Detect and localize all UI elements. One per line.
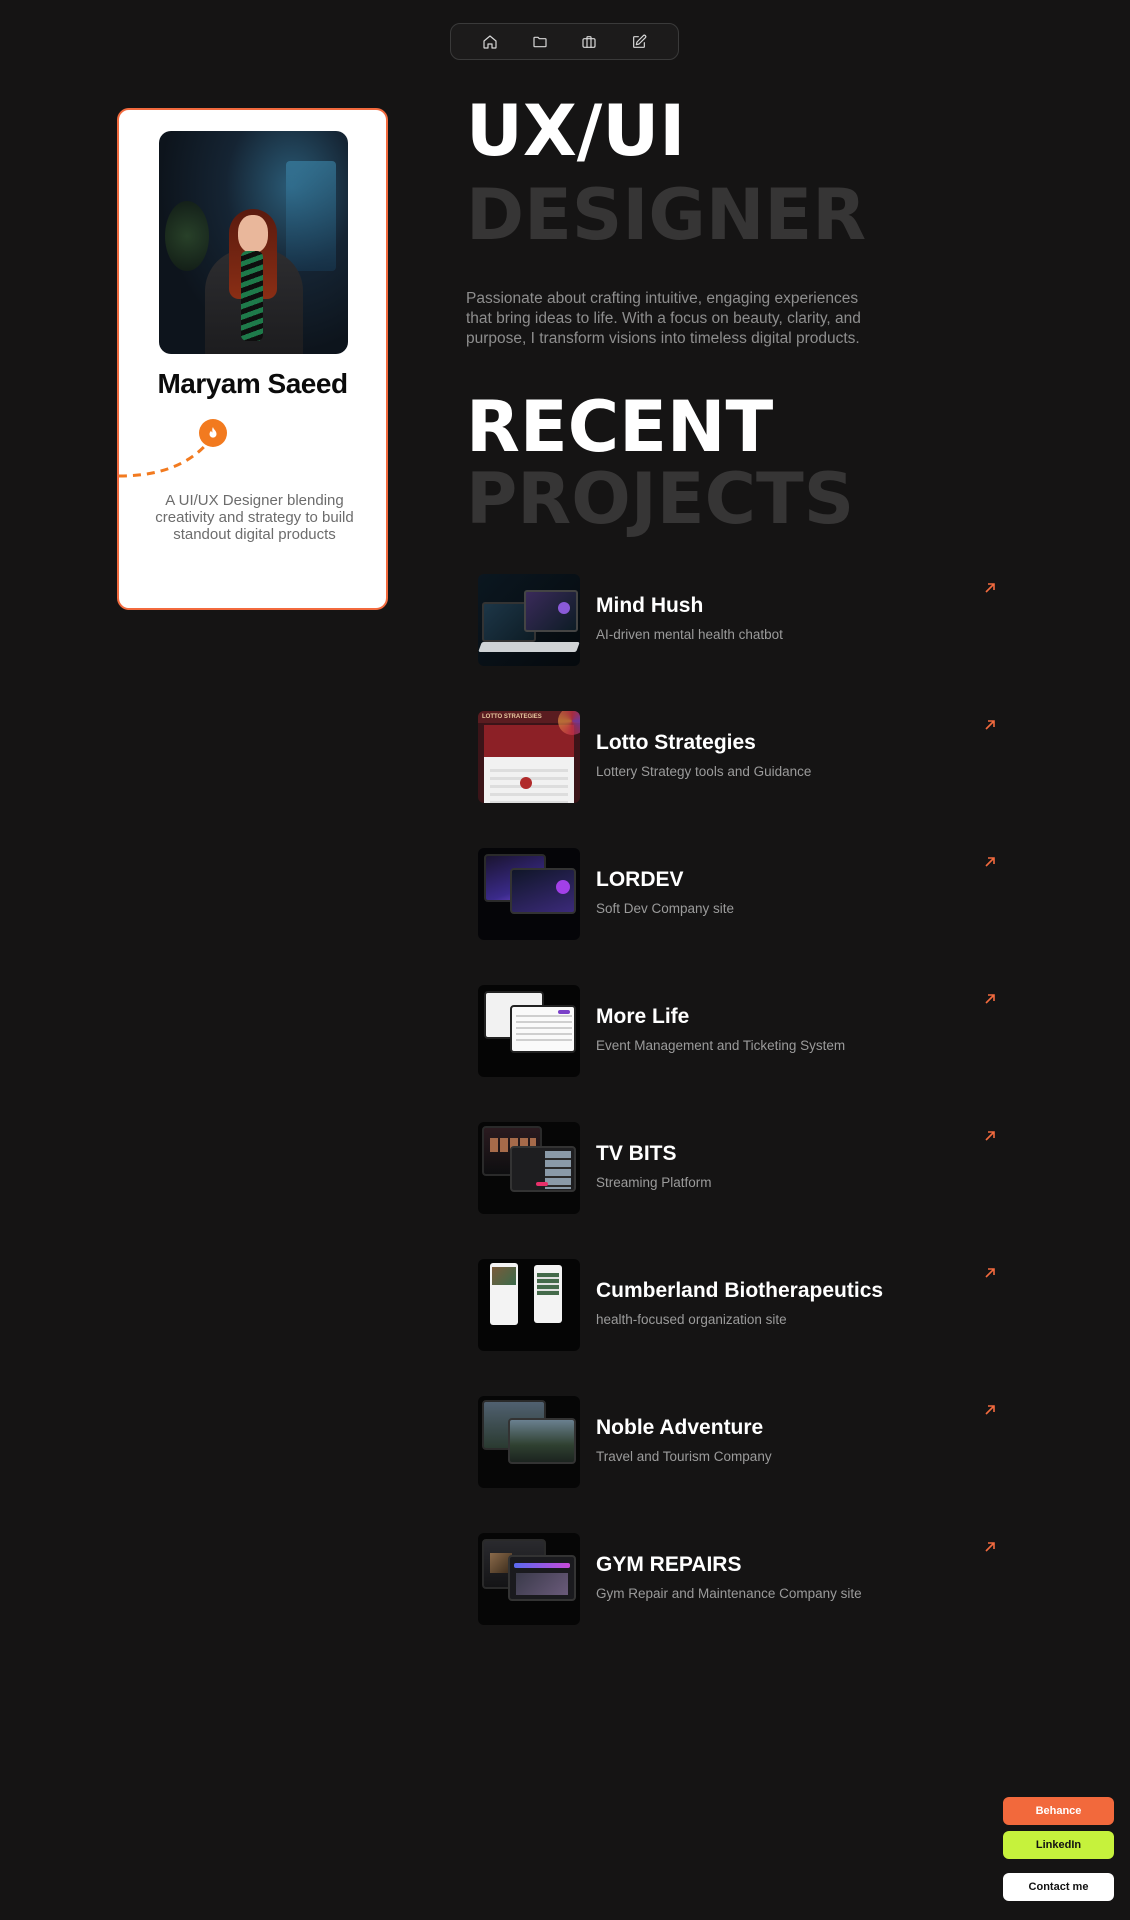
project-desc: AI-driven mental health chatbot [596,627,783,642]
project-title: Cumberland Biotherapeutics [596,1279,884,1302]
profile-name: Maryam Saeed [157,368,348,399]
project-desc: Lottery Strategy tools and Guidance [596,764,812,779]
project-title: More Life [596,1005,690,1028]
project-thumbnail [478,985,580,1077]
flame-badge [199,419,227,447]
project-title: GYM REPAIRS [596,1553,742,1576]
recent-projects-heading: RECENT PROJECTS [466,392,854,534]
contact-me-button[interactable]: Contact me [1003,1873,1114,1901]
project-thumbnail [478,1396,580,1488]
behance-button[interactable]: Behance [1003,1797,1114,1825]
project-item[interactable]: LOTTO STRATEGIES Lotto Strategies Lotter… [478,711,998,848]
project-desc: Streaming Platform [596,1175,712,1190]
project-thumbnail [478,1122,580,1214]
profile-tagline: A UI/UX Designer blending creativity and… [155,492,354,543]
hero-heading: UX/UI DESIGNER [466,96,866,250]
linkedin-button[interactable]: LinkedIn [1003,1831,1114,1859]
arrow-up-right-icon[interactable] [984,1266,996,1278]
project-thumbnail [478,848,580,940]
project-item[interactable]: Cumberland Biotherapeutics health-focuse… [478,1259,998,1396]
arrow-up-right-icon[interactable] [984,855,996,867]
project-list: Mind Hush AI-driven mental health chatbo… [478,574,998,1670]
arrow-up-right-icon[interactable] [984,992,996,1004]
project-item[interactable]: Mind Hush AI-driven mental health chatbo… [478,574,998,711]
project-item[interactable]: More Life Event Management and Ticketing… [478,985,998,1122]
project-thumbnail [478,1533,580,1625]
nav-projects-button[interactable] [525,27,555,57]
recent-subtitle: PROJECTS [466,458,855,540]
flame-icon [209,427,217,438]
nav-work-button[interactable] [574,27,604,57]
project-desc: Gym Repair and Maintenance Company site [596,1586,862,1601]
nav-blog-button[interactable] [624,27,654,57]
hero-intro: Passionate about crafting intuitive, eng… [466,290,861,347]
top-nav [450,23,679,60]
hero-subtitle: DESIGNER [466,174,867,256]
arrow-up-right-icon[interactable] [984,581,996,593]
profile-card: Maryam Saeed A UI/UX Designer blending c… [117,108,388,610]
project-desc: Travel and Tourism Company [596,1449,772,1464]
folder-icon [533,36,547,47]
briefcase-icon [582,35,596,48]
project-desc: Soft Dev Company site [596,901,735,916]
project-item[interactable]: GYM REPAIRS Gym Repair and Maintenance C… [478,1533,998,1670]
arrow-up-right-icon[interactable] [984,1403,996,1415]
home-icon [483,34,497,49]
project-title: Mind Hush [596,594,704,617]
project-title: LORDEV [596,868,684,891]
project-title: Lotto Strategies [596,731,756,754]
nav-home-button[interactable] [475,27,505,57]
project-title: TV BITS [596,1142,677,1165]
project-item[interactable]: Noble Adventure Travel and Tourism Compa… [478,1396,998,1533]
hero-title: UX/UI [466,90,686,172]
profile-photo [159,131,348,354]
project-thumbnail [478,1259,580,1351]
project-item[interactable]: TV BITS Streaming Platform [478,1122,998,1259]
project-title: Noble Adventure [596,1416,764,1439]
arrow-up-right-icon[interactable] [984,1129,996,1141]
recent-title: RECENT [466,386,774,468]
arrow-up-right-icon[interactable] [984,718,996,730]
arrow-up-right-icon[interactable] [984,1540,996,1552]
project-item[interactable]: LORDEV Soft Dev Company site [478,848,998,985]
project-desc: Event Management and Ticketing System [596,1038,846,1053]
project-thumbnail [478,574,580,666]
edit-icon [633,34,647,48]
project-desc: health-focused organization site [596,1312,787,1327]
project-thumbnail: LOTTO STRATEGIES [478,711,580,803]
